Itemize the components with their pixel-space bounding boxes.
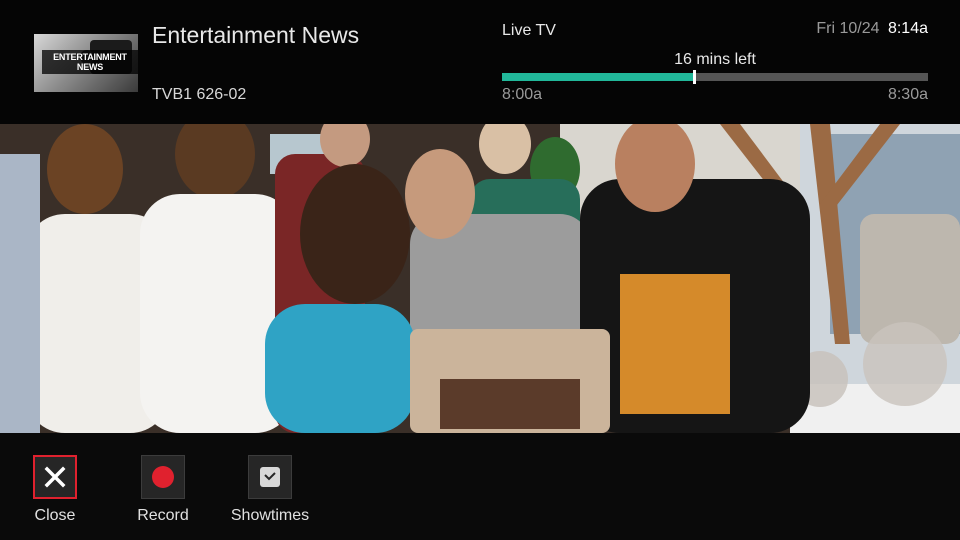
record-button-tile[interactable] (141, 455, 185, 499)
video-frame (0, 124, 960, 433)
record-icon (152, 466, 174, 488)
date-label: Fri 10/24 (816, 20, 880, 37)
start-time: 8:00a (502, 86, 543, 103)
program-progress-bar (502, 70, 928, 84)
program-info-bar: ENTERTAINMENT NEWS Entertainment News TV… (0, 0, 960, 124)
showtimes-button-tile[interactable] (248, 455, 292, 499)
close-button-tile[interactable] (33, 455, 77, 499)
channel-label: TVB1 626-02 (152, 86, 247, 103)
thumbnail-caption: ENTERTAINMENT NEWS (42, 50, 138, 74)
action-bar: Close Record Showtimes (0, 433, 960, 540)
program-title: Entertainment News (152, 22, 360, 48)
progress-fill (502, 73, 694, 81)
showtimes-button-label: Showtimes (230, 507, 310, 524)
record-button[interactable]: Record (118, 455, 208, 525)
time-remaining: 16 mins left (674, 51, 756, 68)
video-scene (0, 124, 960, 433)
showtimes-button[interactable]: Showtimes (225, 455, 315, 525)
progress-marker (692, 70, 696, 84)
record-button-label: Record (137, 507, 189, 524)
close-icon (35, 457, 75, 497)
date-time: Fri 10/24 8:14a (816, 20, 928, 38)
close-button[interactable]: Close (10, 455, 100, 525)
clock-label: 8:14a (887, 20, 928, 37)
source-label: Live TV (502, 22, 556, 39)
close-button-label: Close (34, 507, 76, 524)
end-time: 8:30a (887, 86, 928, 103)
clock-icon (260, 467, 280, 487)
program-thumbnail: ENTERTAINMENT NEWS (34, 34, 138, 92)
